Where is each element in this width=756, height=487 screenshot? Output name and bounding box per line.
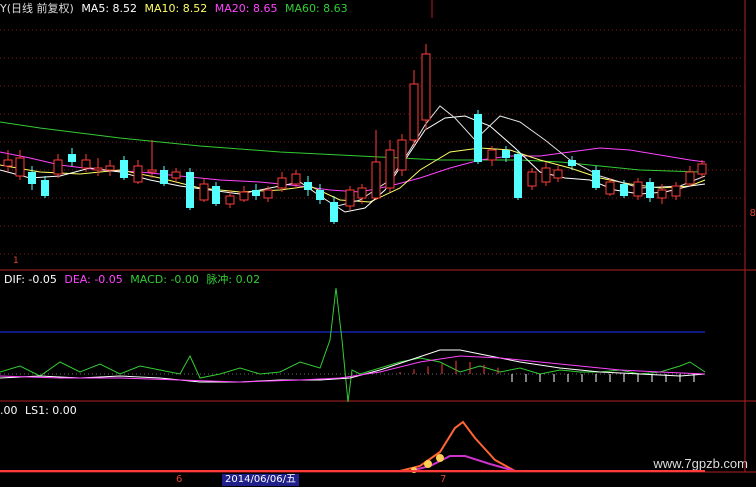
candle-body (53, 159, 63, 175)
dif-line (0, 349, 706, 383)
candles-group (3, 44, 707, 224)
candle-body (105, 165, 115, 171)
candle-body (133, 165, 143, 183)
candle-body (304, 182, 312, 190)
candle-body (147, 169, 157, 173)
candle-body (685, 171, 695, 185)
candle-body (28, 172, 36, 184)
candle-body (592, 170, 600, 188)
ls-orange-line (0, 420, 705, 472)
candle-body (568, 160, 576, 166)
candle-body (633, 181, 643, 197)
candle-body (330, 202, 338, 222)
candle-body (15, 157, 25, 177)
candle-body (277, 177, 287, 189)
candle-body (553, 169, 563, 179)
candle-body (541, 167, 551, 183)
candle-body (263, 189, 273, 199)
candle-body (41, 180, 49, 196)
candle-body (225, 195, 235, 205)
candle-body (397, 139, 407, 171)
candle-body (514, 154, 522, 198)
candle-body (291, 173, 301, 185)
candle-body (199, 183, 209, 201)
candle-body (657, 189, 667, 199)
candle-body (487, 149, 497, 161)
macd-green-line (0, 287, 706, 403)
candle-body (239, 191, 249, 201)
candle-body (81, 159, 91, 169)
candle-body (68, 154, 76, 162)
candle-body (345, 189, 355, 207)
candle-body (697, 163, 707, 175)
candle-body (409, 83, 419, 141)
candle-body (421, 53, 431, 121)
candle-body (160, 170, 168, 184)
price-gridlines (0, 29, 745, 255)
ma60-line (0, 121, 701, 173)
candle-body (646, 182, 654, 198)
candle-body (371, 161, 381, 199)
candle-body (212, 186, 220, 204)
candle-body (120, 160, 128, 178)
candle-body (93, 167, 103, 171)
candle-body (385, 149, 395, 189)
candle-body (605, 181, 615, 195)
candle-body (502, 150, 510, 158)
candle-body (620, 184, 628, 196)
candle-body (474, 114, 482, 162)
candle-body (3, 159, 13, 167)
chart-canvas[interactable] (0, 0, 756, 487)
candle-body (357, 187, 367, 199)
candle-body (252, 190, 260, 196)
candle-body (186, 172, 194, 208)
candle-body (171, 171, 181, 179)
dea-line (0, 355, 706, 383)
candle-body (316, 190, 324, 200)
candle-body (671, 185, 681, 197)
candle-body (527, 171, 537, 187)
ls-magenta-line (0, 455, 705, 472)
